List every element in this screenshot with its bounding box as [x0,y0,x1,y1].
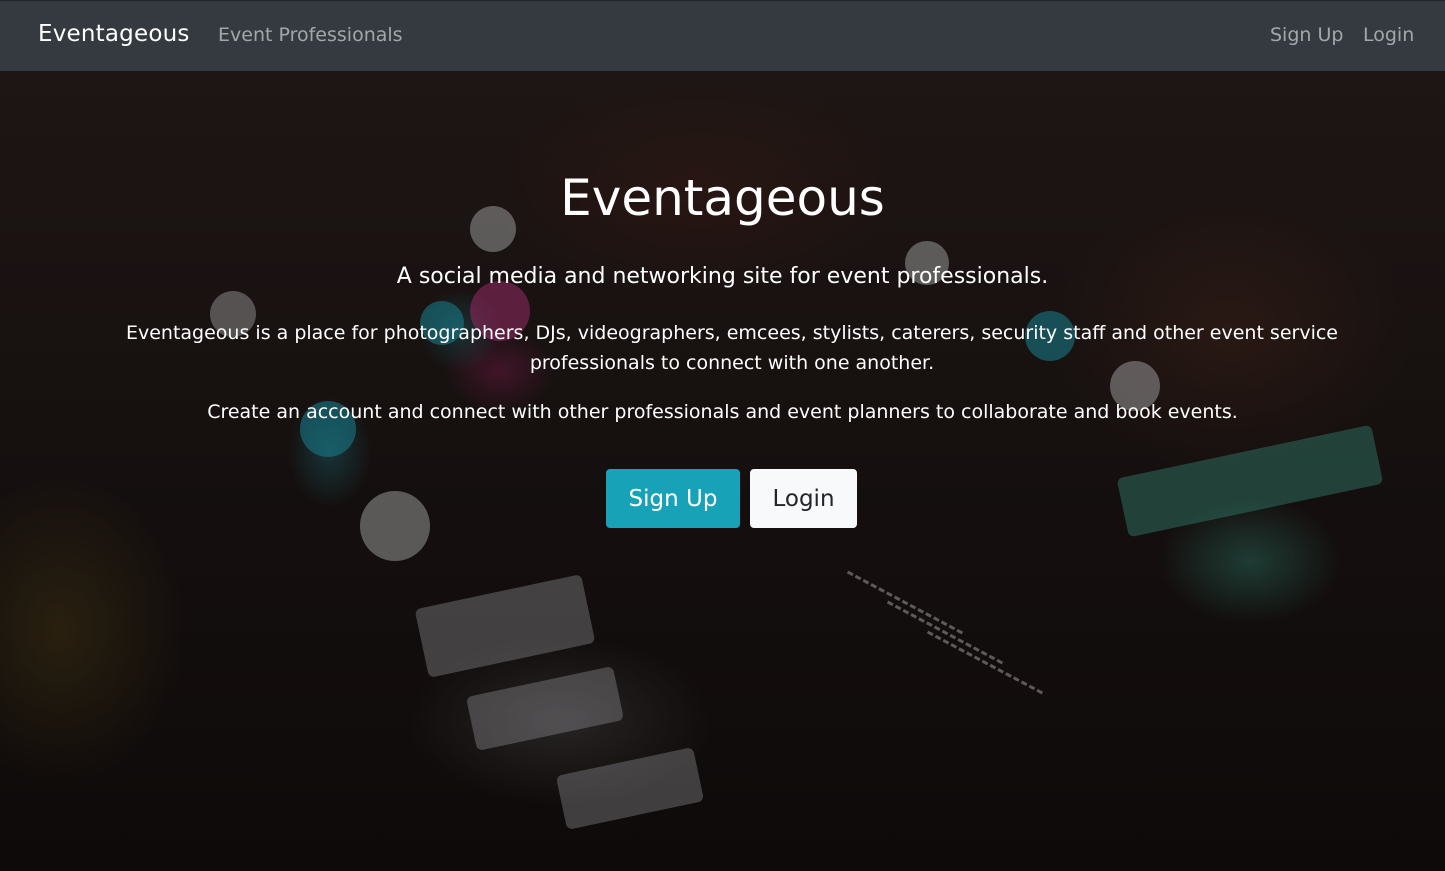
top-navbar: Eventageous Event Professionals Sign Up … [0,0,1445,71]
brand-link[interactable]: Eventageous [38,21,190,47]
nav-link-event-professionals[interactable]: Event Professionals [218,24,403,46]
login-button[interactable]: Login [750,469,857,528]
sign-up-button[interactable]: Sign Up [606,469,740,528]
hero-call-to-action: Create an account and connect with other… [207,401,1238,423]
nav-link-login[interactable]: Login [1363,24,1414,46]
hero-description: Eventageous is a place for photographers… [125,322,1338,374]
hero-section: Eventageous A social media and networkin… [0,71,1445,871]
hero-lead: A social media and networking site for e… [396,264,1049,289]
nav-link-sign-up[interactable]: Sign Up [1270,24,1343,46]
hero-title: Eventageous [560,169,885,227]
